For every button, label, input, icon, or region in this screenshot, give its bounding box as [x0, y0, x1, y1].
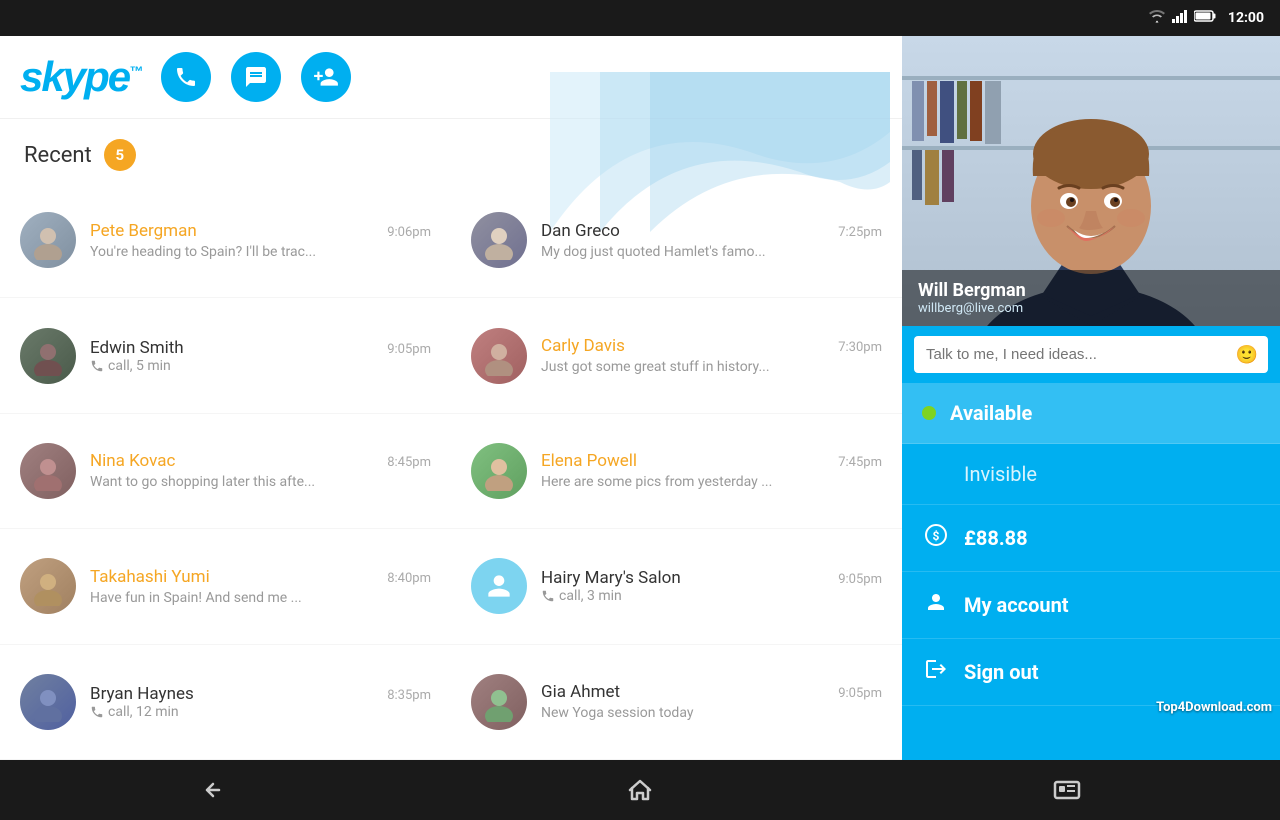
- contact-item[interactable]: Hairy Mary's Salon 9:05pm call, 3 min: [451, 529, 902, 644]
- my-account-item[interactable]: My account: [902, 572, 1280, 639]
- avatar: [471, 328, 527, 384]
- avatar: [20, 443, 76, 499]
- wifi-icon: [1148, 9, 1166, 27]
- contact-name: Hairy Mary's Salon: [541, 568, 681, 588]
- contact-time: 7:30pm: [838, 340, 882, 355]
- recent-header: Recent 5: [0, 119, 902, 183]
- account-panel: Will Bergman willberg@live.com 🙂 Availab…: [902, 36, 1280, 760]
- contact-call: call, 5 min: [90, 358, 431, 374]
- contact-name: Takahashi Yumi: [90, 567, 210, 587]
- user-display-name: Will Bergman: [918, 280, 1264, 301]
- credit-item[interactable]: $ £88.88: [902, 505, 1280, 572]
- user-photo-area: Will Bergman willberg@live.com: [902, 36, 1280, 326]
- my-account-label: My account: [964, 593, 1069, 617]
- status-icons: 12:00: [1148, 9, 1264, 27]
- logo-text: skype™: [20, 53, 141, 101]
- mood-emoji-icon: 🙂: [1236, 344, 1258, 365]
- skype-logo: skype™: [20, 53, 141, 101]
- contact-item[interactable]: Elena Powell 7:45pm Here are some pics f…: [451, 414, 902, 529]
- mood-input[interactable]: [914, 336, 1268, 373]
- contact-preview: Have fun in Spain! And send me ...: [90, 590, 302, 606]
- avatar: [471, 212, 527, 268]
- contacts-list: Pete Bergman 9:06pm You're heading to Sp…: [0, 183, 902, 760]
- available-status-dot: [922, 406, 936, 420]
- contact-preview: Want to go shopping later this afte...: [90, 474, 315, 490]
- back-button[interactable]: [173, 768, 253, 812]
- recents-button[interactable]: [1027, 768, 1107, 812]
- credit-amount: £88.88: [964, 526, 1028, 550]
- avatar: [471, 443, 527, 499]
- contact-name: Elena Powell: [541, 451, 637, 471]
- contact-name: Pete Bergman: [90, 221, 197, 241]
- contact-time: 8:45pm: [387, 455, 431, 470]
- contact-call: call, 3 min: [541, 588, 882, 604]
- recent-label: Recent: [24, 143, 92, 168]
- avatar: [471, 558, 527, 614]
- contact-item[interactable]: Carly Davis 7:30pm Just got some great s…: [451, 298, 902, 413]
- status-available-item[interactable]: Available: [902, 383, 1280, 444]
- avatar: [20, 328, 76, 384]
- invisible-label: Invisible: [964, 462, 1037, 486]
- avatar: [20, 674, 76, 730]
- available-label: Available: [950, 401, 1032, 425]
- contact-preview: Here are some pics from yesterday ...: [541, 474, 772, 490]
- contact-preview: My dog just quoted Hamlet's famo...: [541, 244, 766, 260]
- credit-icon: $: [922, 523, 950, 553]
- contact-time: 9:06pm: [387, 225, 431, 240]
- app-header: skype™: [0, 36, 902, 119]
- status-time: 12:00: [1228, 10, 1264, 26]
- recent-badge: 5: [104, 139, 136, 171]
- home-button[interactable]: [600, 768, 680, 812]
- contact-preview: You're heading to Spain? I'll be trac...: [90, 244, 316, 260]
- contact-time: 7:45pm: [838, 455, 882, 470]
- sign-out-label: Sign out: [964, 660, 1038, 684]
- signal-icon: [1172, 9, 1188, 27]
- battery-icon: [1194, 10, 1216, 26]
- contact-name: Carly Davis: [541, 336, 625, 356]
- contact-name: Gia Ahmet: [541, 682, 620, 702]
- add-contact-button[interactable]: [301, 52, 351, 102]
- contact-item[interactable]: Takahashi Yumi 8:40pm Have fun in Spain!…: [0, 529, 451, 644]
- contact-time: 9:05pm: [838, 686, 882, 701]
- contact-item[interactable]: Edwin Smith 9:05pm call, 5 min: [0, 298, 451, 413]
- contact-preview: New Yoga session today: [541, 705, 693, 721]
- contact-preview: Just got some great stuff in history...: [541, 359, 770, 375]
- nav-bar: [0, 760, 1280, 820]
- contact-name: Bryan Haynes: [90, 684, 194, 704]
- contact-item[interactable]: Nina Kovac 8:45pm Want to go shopping la…: [0, 414, 451, 529]
- watermark: Top4Download.com: [1156, 700, 1272, 715]
- contact-item[interactable]: Pete Bergman 9:06pm You're heading to Sp…: [0, 183, 451, 298]
- status-invisible-item[interactable]: Invisible: [902, 444, 1280, 505]
- contact-item[interactable]: Gia Ahmet 9:05pm New Yoga session today: [451, 645, 902, 760]
- user-email: willberg@live.com: [918, 301, 1264, 316]
- contact-time: 9:05pm: [387, 342, 431, 357]
- contact-time: 7:25pm: [838, 225, 882, 240]
- contact-name: Dan Greco: [541, 221, 620, 241]
- avatar: [471, 674, 527, 730]
- contact-item[interactable]: Bryan Haynes 8:35pm call, 12 min: [0, 645, 451, 760]
- mood-input-area: 🙂: [902, 326, 1280, 383]
- person-icon: [922, 590, 950, 620]
- user-info-bar: Will Bergman willberg@live.com: [902, 270, 1280, 326]
- left-panel: skype™: [0, 36, 902, 760]
- avatar: [20, 558, 76, 614]
- call-button[interactable]: [161, 52, 211, 102]
- svg-text:$: $: [933, 529, 940, 543]
- contact-name: Edwin Smith: [90, 338, 184, 358]
- contact-item[interactable]: Dan Greco 7:25pm My dog just quoted Haml…: [451, 183, 902, 298]
- contact-time: 8:35pm: [387, 688, 431, 703]
- contact-time: 9:05pm: [838, 572, 882, 587]
- sign-out-item[interactable]: Sign out: [902, 639, 1280, 706]
- contact-time: 8:40pm: [387, 571, 431, 586]
- signout-icon: [922, 657, 950, 687]
- mood-input-wrapper: 🙂: [914, 336, 1268, 373]
- contact-name: Nina Kovac: [90, 451, 175, 471]
- contact-call: call, 12 min: [90, 704, 431, 720]
- avatar: [20, 212, 76, 268]
- chat-button[interactable]: [231, 52, 281, 102]
- status-bar: 12:00: [0, 0, 1280, 36]
